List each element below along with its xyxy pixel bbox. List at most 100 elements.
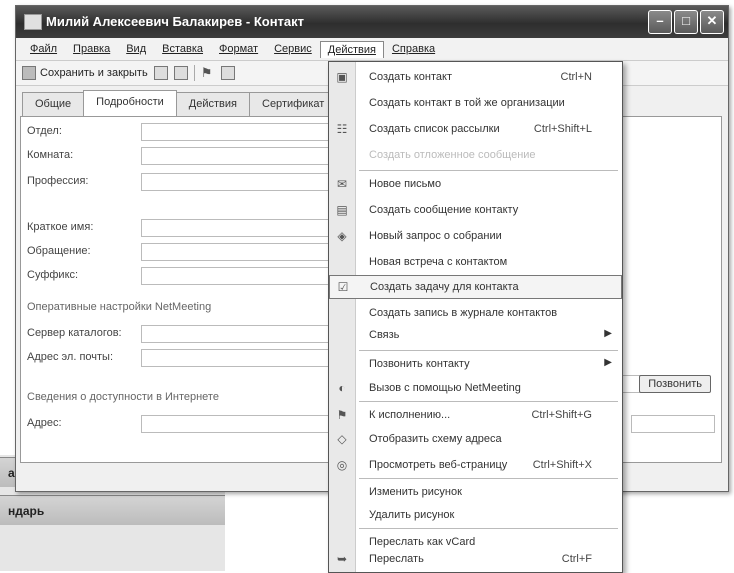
menu-bar: Файл Правка Вид Вставка Формат Сервис Де… <box>16 38 728 61</box>
menu-item-label: Создать задачу для контакта <box>370 281 519 293</box>
window-title: Милий Алексеевич Балакирев - Контакт <box>46 14 305 29</box>
meeting-icon: ◈ <box>337 229 347 243</box>
email-label: Адрес эл. почты: <box>27 351 114 363</box>
call-button[interactable]: Позвонить <box>639 375 711 393</box>
map-icon: ◇ <box>337 432 347 446</box>
profession-label: Профессия: <box>27 175 89 187</box>
menu-item-journal-entry[interactable]: Создать запись в журнале контактов <box>329 302 622 326</box>
menu-view[interactable]: Вид <box>118 41 154 57</box>
background-strip: ндарь <box>0 495 225 525</box>
department-field[interactable] <box>141 123 341 141</box>
menu-item-remove-picture[interactable]: Удалить рисунок <box>329 504 622 528</box>
salutation-label: Обращение: <box>27 245 91 257</box>
menu-separator <box>359 170 618 171</box>
menu-item-label: Создать список рассылки <box>369 123 500 135</box>
menu-item-label: Удалить рисунок <box>369 509 455 521</box>
menu-item-show-map[interactable]: ◇ Отобразить схему адреса <box>329 428 622 452</box>
netmeeting-icon: ◐ <box>338 381 346 395</box>
menu-item-netmeeting-call[interactable]: ◐ Вызов с помощью NetMeeting <box>329 377 622 401</box>
actions-menu: ▣ Создать контакт Ctrl+N Создать контакт… <box>328 61 623 573</box>
tab-activities[interactable]: Действия <box>175 92 250 118</box>
menu-item-follow-up[interactable]: ⚑ К исполнению... Ctrl+Shift+G <box>329 404 622 428</box>
menu-item-label: Создать контакт <box>369 71 452 83</box>
menu-separator <box>359 528 618 529</box>
directory-server-field[interactable] <box>141 325 341 343</box>
menu-actions[interactable]: Действия <box>319 40 384 58</box>
mail-icon: ✉ <box>336 177 348 191</box>
menu-item-change-picture[interactable]: Изменить рисунок <box>329 481 622 505</box>
netmeeting-group-label: Оперативные настройки NetMeeting <box>27 301 212 313</box>
menu-item-label: Новый запрос о собрании <box>369 230 502 242</box>
close-button[interactable]: ✕ <box>700 10 724 34</box>
attach-icon[interactable] <box>220 66 235 80</box>
menu-item-label: Новая встреча с контактом <box>369 256 508 268</box>
menu-item-label: Создать запись в журнале контактов <box>369 307 558 319</box>
forward-icon: ➥ <box>336 552 348 566</box>
menu-item-label: Просмотреть веб-страницу <box>369 459 508 471</box>
save-and-close-button[interactable]: Сохранить и закрыть <box>22 66 148 80</box>
print-icon[interactable] <box>173 66 188 80</box>
menu-item-new-contact[interactable]: ▣ Создать контакт Ctrl+N <box>329 66 622 90</box>
flag-icon[interactable]: ⚑ <box>201 66 215 80</box>
web-icon: ◎ <box>336 458 348 472</box>
task-icon: ☑ <box>337 280 349 294</box>
tab-general[interactable]: Общие <box>22 92 85 118</box>
email-field[interactable] <box>141 349 341 367</box>
menu-item-new-task[interactable]: ☑ Создать задачу для контакта <box>329 275 622 299</box>
menu-help[interactable]: Справка <box>384 41 443 57</box>
menu-format[interactable]: Формат <box>211 41 266 57</box>
message-icon: ▤ <box>336 203 348 217</box>
office-field[interactable] <box>141 147 341 165</box>
menu-item-label: Отобразить схему адреса <box>369 433 502 445</box>
menu-separator <box>359 478 618 479</box>
menu-tools[interactable]: Сервис <box>266 41 320 57</box>
menu-item-label: Позвонить контакту <box>369 358 470 370</box>
menu-item-view-web-page[interactable]: ◎ Просмотреть веб-страницу Ctrl+Shift+X <box>329 454 622 478</box>
menu-item-new-message[interactable]: ✉ Новое письмо <box>329 173 622 197</box>
submenu-arrow-icon: ▶ <box>604 328 612 339</box>
freebusy-group-label: Сведения о доступности в Интернете <box>27 391 219 403</box>
menu-item-shortcut: Ctrl+Shift+L <box>533 123 592 135</box>
submenu-arrow-icon: ▶ <box>604 357 612 368</box>
nickname-label: Краткое имя: <box>27 221 94 233</box>
suffix-label: Суффикс: <box>27 269 79 281</box>
freebusy-address-field[interactable] <box>631 415 715 433</box>
menu-file[interactable]: Файл <box>22 41 65 57</box>
contact-card-icon <box>24 14 42 30</box>
menu-item-meeting-request[interactable]: ◈ Новый запрос о собрании <box>329 225 622 249</box>
menu-item-new-appointment[interactable]: Новая встреча с контактом <box>329 251 622 275</box>
menu-item-label: К исполнению... <box>369 409 451 421</box>
nickname-field[interactable] <box>141 219 341 237</box>
menu-item-label: Связь <box>369 329 400 341</box>
menu-item-deferred-message: Создать отложенное сообщение <box>329 144 622 168</box>
menu-separator <box>359 350 618 351</box>
menu-item-call-contact[interactable]: Позвонить контакту ▶ <box>329 353 622 377</box>
maximize-button[interactable]: □ <box>674 10 698 34</box>
menu-item-message-to-contact[interactable]: ▤ Создать сообщение контакту <box>329 199 622 223</box>
menu-item-link[interactable]: Связь ▶ <box>329 324 622 348</box>
tab-certificates[interactable]: Сертификат <box>249 92 338 118</box>
menu-item-new-contact-same-company[interactable]: Создать контакт в той же организации <box>329 92 622 116</box>
tab-details[interactable]: Подробности <box>83 90 177 116</box>
menu-item-label: Создать отложенное сообщение <box>369 149 536 161</box>
menu-insert[interactable]: Вставка <box>154 41 211 57</box>
menu-item-label: Новое письмо <box>369 178 442 190</box>
menu-item-shortcut: Ctrl+Shift+X <box>532 459 592 471</box>
freebusy-address-field[interactable] <box>141 415 341 433</box>
menu-item-forward[interactable]: ➥ Переслать Ctrl+F <box>329 548 622 572</box>
address-label: Адрес: <box>27 417 62 429</box>
menu-separator <box>359 401 618 402</box>
menu-item-new-distribution-list[interactable]: ☷ Создать список рассылки Ctrl+Shift+L <box>329 118 622 142</box>
menu-item-label: Изменить рисунок <box>369 486 462 498</box>
suffix-dropdown[interactable] <box>141 266 341 285</box>
save-and-close-label: Сохранить и закрыть <box>40 67 148 79</box>
save-icon[interactable] <box>153 66 168 80</box>
title-bar: Милий Алексеевич Балакирев - Контакт – □… <box>16 6 728 38</box>
directory-server-label: Сервер каталогов: <box>27 327 122 339</box>
profession-field[interactable] <box>141 173 341 191</box>
save-icon <box>22 66 36 80</box>
menu-edit[interactable]: Правка <box>65 41 118 57</box>
minimize-button[interactable]: – <box>648 10 672 34</box>
salutation-dropdown[interactable] <box>141 242 341 261</box>
menu-item-label: Создать сообщение контакту <box>369 204 519 216</box>
